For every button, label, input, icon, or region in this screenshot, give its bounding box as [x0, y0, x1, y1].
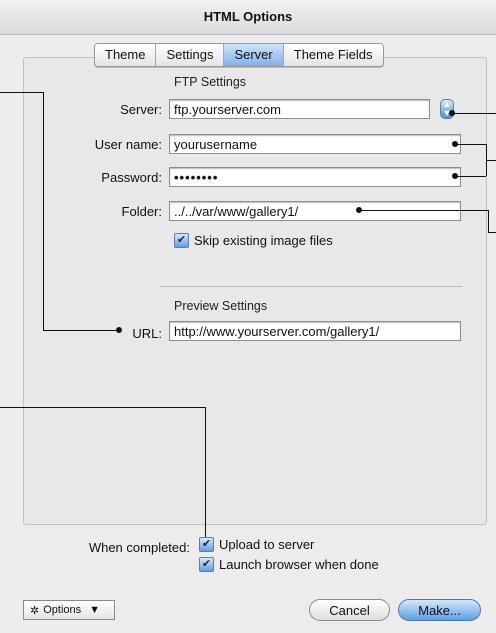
- cancel-button[interactable]: Cancel: [309, 599, 390, 621]
- callout-line: [43, 330, 118, 331]
- checkmark-icon[interactable]: ✔: [199, 537, 214, 552]
- window-title: HTML Options: [0, 0, 496, 35]
- tab-theme[interactable]: Theme: [95, 44, 157, 66]
- callout-line: [488, 232, 496, 233]
- callout-line: [0, 92, 43, 93]
- upload-to-server-checkbox-row[interactable]: ✔ Upload to server: [199, 537, 314, 552]
- url-input[interactable]: http://www.yourserver.com/gallery1/: [169, 321, 461, 341]
- callout-dot: [116, 327, 122, 333]
- when-completed-label: When completed:: [88, 540, 190, 555]
- gear-icon: ✲: [30, 604, 40, 617]
- make-button[interactable]: Make...: [398, 599, 481, 621]
- username-input[interactable]: yourusername: [169, 134, 461, 154]
- server-input[interactable]: ftp.yourserver.com: [169, 99, 430, 119]
- username-label: User name:: [94, 137, 162, 152]
- stepper-icon[interactable]: ▲ ▼: [440, 99, 454, 119]
- callout-dot: [356, 207, 362, 213]
- settings-panel: [23, 57, 487, 525]
- password-label: Password:: [101, 170, 162, 185]
- folder-label: Folder:: [121, 204, 162, 219]
- server-label: Server:: [120, 102, 162, 117]
- checkmark-icon[interactable]: ✔: [199, 557, 214, 572]
- folder-input[interactable]: ../../var/www/gallery1/: [169, 201, 461, 221]
- chevron-down-icon: ▼: [89, 604, 101, 616]
- skip-existing-label: Skip existing image files: [194, 233, 333, 248]
- callout-line: [360, 210, 488, 211]
- callout-line: [488, 210, 489, 232]
- tab-bar: Theme Settings Server Theme Fields: [94, 43, 384, 67]
- preview-settings-heading: Preview Settings: [174, 299, 268, 313]
- password-field[interactable]: ••••••••: [169, 167, 461, 187]
- tab-settings[interactable]: Settings: [156, 44, 225, 66]
- tab-theme-fields[interactable]: Theme Fields: [283, 44, 383, 66]
- callout-line: [43, 92, 44, 330]
- tab-server[interactable]: Server: [224, 44, 284, 66]
- section-divider: [160, 286, 462, 287]
- callout-line: [456, 144, 486, 145]
- launch-browser-checkbox-row[interactable]: ✔ Launch browser when done: [199, 557, 379, 572]
- callout-line: [456, 176, 486, 177]
- callout-dot: [452, 173, 458, 179]
- upload-to-server-label: Upload to server: [219, 537, 315, 552]
- checkmark-icon[interactable]: ✔: [174, 233, 189, 248]
- url-label: URL:: [132, 326, 162, 341]
- callout-line: [205, 407, 206, 537]
- callout-line: [0, 407, 205, 408]
- callout-line: [452, 113, 496, 114]
- options-button[interactable]: ✲ Options ▼: [23, 600, 115, 620]
- launch-browser-label: Launch browser when done: [219, 557, 379, 572]
- callout-line: [486, 160, 496, 161]
- callout-dot: [449, 110, 455, 116]
- ftp-settings-heading: FTP Settings: [174, 75, 247, 89]
- callout-dot: [452, 141, 458, 147]
- options-label: Options: [43, 604, 82, 616]
- skip-existing-checkbox-row[interactable]: ✔ Skip existing image files: [174, 233, 333, 248]
